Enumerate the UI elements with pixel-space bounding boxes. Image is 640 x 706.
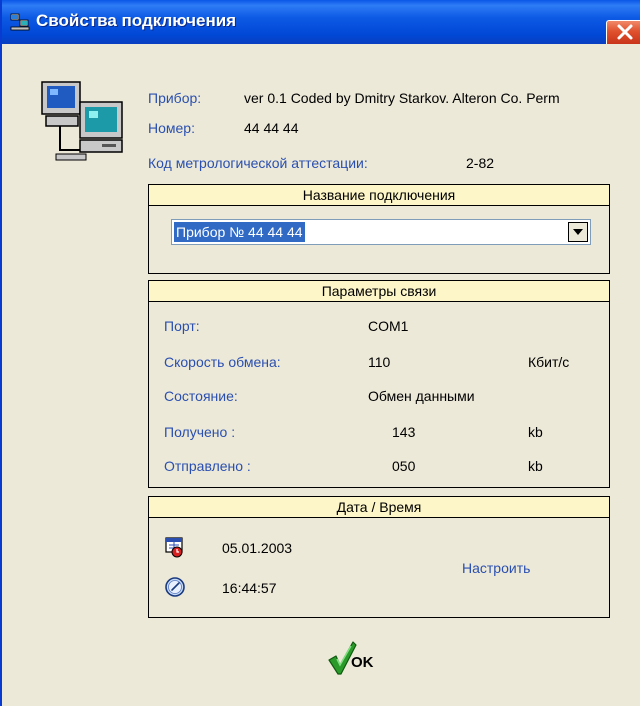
connection-name-header: Название подключения [149, 185, 609, 206]
speed-unit: Кбит/с [528, 354, 570, 370]
dropdown-button[interactable] [568, 222, 588, 242]
calendar-icon [164, 536, 186, 558]
number-label: Номер: [148, 120, 195, 136]
computers-icon [40, 80, 126, 162]
state-label: Состояние: [164, 388, 238, 404]
time-value: 16:44:57 [222, 580, 277, 596]
configure-datetime-link[interactable]: Настроить [462, 560, 530, 576]
port-label: Порт: [164, 318, 200, 334]
metrology-code-label: Код метрологической аттестации: [148, 155, 368, 171]
window-title: Свойства подключения [36, 11, 237, 30]
ok-label: OK [351, 654, 374, 671]
connection-name-combobox[interactable]: Прибор № 44 44 44 [171, 219, 591, 245]
close-icon [617, 24, 633, 40]
sent-unit: kb [528, 458, 543, 474]
received-label: Получено : [164, 424, 236, 440]
device-label: Прибор: [148, 90, 202, 106]
date-value: 05.01.2003 [222, 540, 293, 556]
sent-value: 050 [392, 458, 416, 474]
number-value: 44 44 44 [244, 120, 299, 136]
datetime-header: Дата / Время [149, 497, 609, 518]
title-bar[interactable]: Свойства подключения [2, 0, 640, 44]
chevron-down-icon [573, 229, 583, 235]
sent-label: Отправлено : [164, 458, 251, 474]
datetime-group: Дата / Время [148, 496, 610, 618]
clock-icon [164, 576, 186, 598]
connection-name-selected[interactable]: Прибор № 44 44 44 [174, 222, 305, 242]
connection-properties-window: Свойства подключения Прибор: ver 0.1 Cod… [0, 0, 640, 706]
state-value: Обмен данными [368, 388, 475, 404]
ok-button[interactable]: OK [327, 640, 411, 680]
close-button[interactable] [606, 20, 640, 44]
device-value: ver 0.1 Coded by Dmitry Starkov. Alteron… [244, 90, 560, 106]
speed-value: 110 [368, 354, 391, 370]
received-unit: kb [528, 424, 543, 440]
received-value: 143 [392, 424, 416, 440]
metrology-code-value: 2-82 [466, 155, 495, 171]
connection-name-group: Название подключения Прибор № 44 44 44 [148, 184, 610, 274]
comm-params-header: Параметры связи [149, 281, 609, 302]
comm-params-group: Параметры связи [148, 280, 610, 488]
port-value: COM1 [368, 318, 409, 334]
network-computers-icon [10, 13, 30, 31]
speed-label: Скорость обмена: [164, 354, 281, 370]
